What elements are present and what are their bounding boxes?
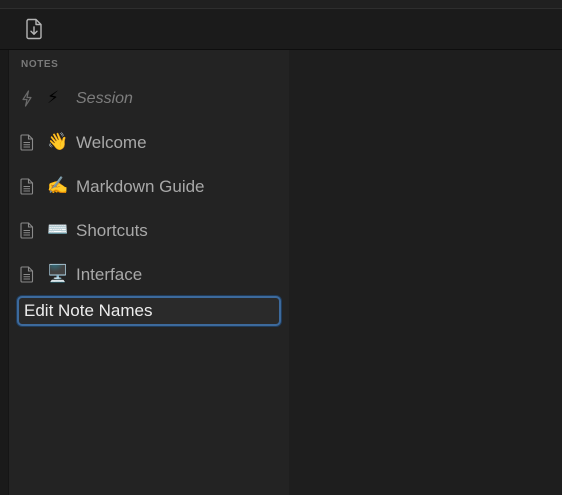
toolbar xyxy=(0,9,562,50)
export-note-button[interactable] xyxy=(20,16,48,42)
note-name-input[interactable] xyxy=(24,300,274,322)
note-name-edit-box xyxy=(17,296,281,326)
notes-sidebar: NOTES ⚡ Session 👋 Welcome ✍️ Markdown Gu… xyxy=(8,50,290,495)
sidebar-item-label: Interface xyxy=(76,265,143,284)
file-download-icon xyxy=(26,18,42,40)
app-window: NOTES ⚡ Session 👋 Welcome ✍️ Markdown Gu… xyxy=(0,0,562,495)
sidebar-item-label: Session xyxy=(76,90,133,107)
markdown-guide-emoji: ✍️ xyxy=(47,176,69,195)
document-icon xyxy=(20,178,34,195)
sidebar-item-session[interactable]: ⚡ Session xyxy=(9,82,289,114)
sidebar-item-label: Shortcuts xyxy=(76,221,148,240)
sidebar-item-label: Markdown Guide xyxy=(76,177,205,196)
sidebar-item-interface[interactable]: 🖥️ Interface xyxy=(9,258,289,290)
document-icon xyxy=(20,222,34,239)
document-icon xyxy=(20,266,34,283)
left-gutter xyxy=(0,50,8,495)
sidebar-item-welcome[interactable]: 👋 Welcome xyxy=(9,126,289,158)
interface-emoji: 🖥️ xyxy=(47,264,69,283)
title-strip xyxy=(0,0,562,9)
document-icon xyxy=(20,134,34,151)
shortcuts-emoji: ⌨️ xyxy=(47,220,69,239)
sidebar-item-shortcuts[interactable]: ⌨️ Shortcuts xyxy=(9,214,289,246)
session-emoji: ⚡ xyxy=(47,88,59,107)
notes-section-label: NOTES xyxy=(21,59,59,70)
editor-pane[interactable] xyxy=(289,50,562,495)
bolt-icon xyxy=(22,90,32,107)
sidebar-item-markdown-guide[interactable]: ✍️ Markdown Guide xyxy=(9,170,289,202)
sidebar-item-label: Welcome xyxy=(76,133,147,152)
welcome-emoji: 👋 xyxy=(47,132,69,151)
